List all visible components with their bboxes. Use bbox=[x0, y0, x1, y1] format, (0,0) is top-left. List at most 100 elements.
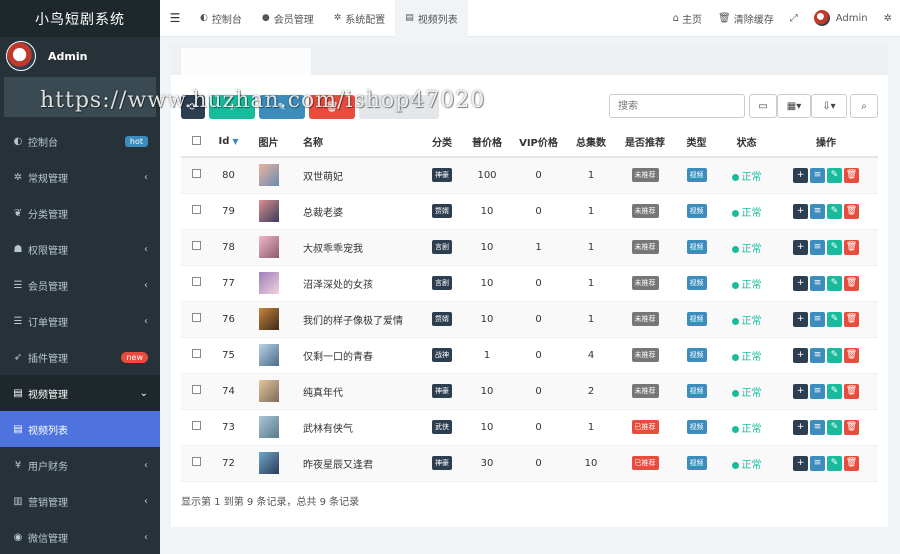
sidebar-item-finance[interactable]: ¥ 用户财务 ‹ bbox=[0, 447, 160, 483]
video-thumbnail[interactable] bbox=[258, 308, 279, 330]
sidebar-item-orders[interactable]: ☰ 订单管理 ‹ bbox=[0, 303, 160, 339]
row-checkbox[interactable] bbox=[181, 193, 211, 230]
column-header-id[interactable]: Id ▼ bbox=[211, 127, 246, 158]
sidebar-item-plugins[interactable]: ➶ 插件管理 new bbox=[0, 339, 160, 375]
delete-row-button[interactable]: 🗑 bbox=[844, 455, 859, 471]
delete-row-button[interactable]: 🗑 bbox=[844, 167, 859, 183]
table-row[interactable]: 79 总裁老婆 赘婿 10 0 1 未推荐 视频 正常 + ≡ ✎ 🗑 bbox=[181, 193, 878, 230]
row-checkbox[interactable] bbox=[181, 445, 211, 482]
edit-row-button[interactable]: ✎ bbox=[827, 203, 842, 219]
delete-row-button[interactable]: 🗑 bbox=[844, 311, 859, 327]
panel-tab[interactable] bbox=[181, 48, 311, 75]
add-episode-button[interactable]: + bbox=[793, 203, 808, 219]
delete-row-button[interactable]: 🗑 bbox=[844, 383, 859, 399]
table-row[interactable]: 80 双世萌妃 神豪 100 0 1 未推荐 视频 正常 + ≡ ✎ 🗑 bbox=[181, 157, 878, 194]
video-thumbnail[interactable] bbox=[258, 164, 279, 187]
video-thumbnail[interactable] bbox=[258, 344, 279, 366]
avatar[interactable] bbox=[6, 41, 36, 71]
fullscreen-icon[interactable]: ⤢ bbox=[782, 13, 806, 24]
episode-list-button[interactable]: ≡ bbox=[810, 419, 825, 435]
sidebar-item-dashboard[interactable]: ◐ 控制台 hot bbox=[0, 123, 160, 159]
table-row[interactable]: 76 我们的样子像极了爱情 赘婿 10 0 1 未推荐 视频 正常 + ≡ ✎ 🗑 bbox=[181, 301, 878, 338]
tab-settings[interactable]: ✲ 系统配置 bbox=[324, 0, 396, 37]
home-link[interactable]: ⌂ 主页 bbox=[665, 11, 710, 26]
sidebar-item-wechat[interactable]: ◉ 微信管理 ‹ bbox=[0, 519, 160, 554]
row-checkbox[interactable] bbox=[181, 157, 211, 194]
cell-image[interactable] bbox=[246, 445, 291, 482]
row-checkbox[interactable] bbox=[181, 409, 211, 446]
delete-row-button[interactable]: 🗑 bbox=[844, 275, 859, 291]
edit-row-button[interactable]: ✎ bbox=[827, 311, 842, 327]
columns-dropdown[interactable]: ▦▾ bbox=[777, 94, 811, 118]
sidebar-item-category[interactable]: ❦ 分类管理 bbox=[0, 195, 160, 231]
edit-row-button[interactable]: ✎ bbox=[827, 275, 842, 291]
table-row[interactable]: 72 昨夜星辰又逢君 神豪 30 0 10 已推荐 视频 正常 + ≡ ✎ 🗑 bbox=[181, 445, 878, 482]
video-thumbnail[interactable] bbox=[258, 380, 279, 402]
add-episode-button[interactable]: + bbox=[793, 347, 808, 363]
episode-list-button[interactable]: ≡ bbox=[810, 311, 825, 327]
delete-row-button[interactable]: 🗑 bbox=[844, 347, 859, 363]
edit-row-button[interactable]: ✎ bbox=[827, 239, 842, 255]
cell-image[interactable] bbox=[246, 229, 291, 266]
sidebar-item-auth[interactable]: ☗ 权限管理 ‹ bbox=[0, 231, 160, 267]
episode-list-button[interactable]: ≡ bbox=[810, 167, 825, 183]
table-row[interactable]: 75 仅剩一口的青春 战神 1 0 4 未推荐 视频 正常 + ≡ ✎ 🗑 bbox=[181, 337, 878, 374]
cell-image[interactable] bbox=[246, 409, 291, 446]
tab-dashboard[interactable]: ◐ 控制台 bbox=[190, 0, 252, 37]
cell-image[interactable] bbox=[246, 373, 291, 410]
delete-row-button[interactable]: 🗑 bbox=[844, 239, 859, 255]
cell-image[interactable] bbox=[246, 157, 291, 194]
settings-icon[interactable]: ✲ bbox=[876, 13, 900, 24]
video-thumbnail[interactable] bbox=[258, 236, 279, 258]
table-row[interactable]: 78 大叔乖乖宠我 言剧 10 1 1 未推荐 视频 正常 + ≡ ✎ 🗑 bbox=[181, 229, 878, 266]
edit-row-button[interactable]: ✎ bbox=[827, 347, 842, 363]
video-thumbnail[interactable] bbox=[258, 416, 279, 438]
admin-menu[interactable]: Admin bbox=[806, 10, 876, 26]
edit-row-button[interactable]: ✎ bbox=[827, 167, 842, 183]
cell-image[interactable] bbox=[246, 301, 291, 338]
episode-list-button[interactable]: ≡ bbox=[810, 347, 825, 363]
add-episode-button[interactable]: + bbox=[793, 455, 808, 471]
add-episode-button[interactable]: + bbox=[793, 311, 808, 327]
edit-row-button[interactable]: ✎ bbox=[827, 419, 842, 435]
episode-list-button[interactable]: ≡ bbox=[810, 239, 825, 255]
episode-list-button[interactable]: ≡ bbox=[810, 275, 825, 291]
search-input[interactable] bbox=[609, 94, 745, 118]
add-episode-button[interactable]: + bbox=[793, 167, 808, 183]
search-button[interactable]: ⌕ bbox=[850, 94, 878, 118]
select-all-checkbox[interactable] bbox=[181, 127, 211, 158]
video-thumbnail[interactable] bbox=[258, 272, 279, 294]
video-thumbnail[interactable] bbox=[258, 200, 279, 222]
delete-row-button[interactable]: 🗑 bbox=[844, 203, 859, 219]
sidebar-item-marketing[interactable]: ▥ 营销管理 ‹ bbox=[0, 483, 160, 519]
menu-toggle-icon[interactable]: ☰ bbox=[160, 11, 190, 25]
app-title[interactable]: 小鸟短剧系统 bbox=[0, 0, 160, 37]
episode-list-button[interactable]: ≡ bbox=[810, 455, 825, 471]
edit-row-button[interactable]: ✎ bbox=[827, 383, 842, 399]
clear-cache-link[interactable]: 🗑 清除缓存 bbox=[710, 11, 782, 26]
row-checkbox[interactable] bbox=[181, 229, 211, 266]
cell-image[interactable] bbox=[246, 265, 291, 302]
episode-list-button[interactable]: ≡ bbox=[810, 383, 825, 399]
toggle-view-button[interactable]: ▭ bbox=[749, 94, 777, 118]
table-row[interactable]: 77 沼泽深处的女孩 言剧 10 0 1 未推荐 视频 正常 + ≡ ✎ 🗑 bbox=[181, 265, 878, 302]
video-thumbnail[interactable] bbox=[258, 452, 279, 474]
sidebar-item-video[interactable]: ▤ 视频管理 ⌄ bbox=[0, 375, 160, 411]
sidebar-item-video-list[interactable]: ▤ 视频列表 bbox=[0, 411, 160, 447]
sidebar-item-general[interactable]: ✲ 常规管理 ‹ bbox=[0, 159, 160, 195]
row-checkbox[interactable] bbox=[181, 301, 211, 338]
add-episode-button[interactable]: + bbox=[793, 383, 808, 399]
export-dropdown[interactable]: ⇩▾ bbox=[811, 94, 847, 118]
add-episode-button[interactable]: + bbox=[793, 275, 808, 291]
row-checkbox[interactable] bbox=[181, 265, 211, 302]
tab-video-list[interactable]: ▤ 视频列表 bbox=[395, 0, 468, 37]
tab-members[interactable]: ● 会员管理 bbox=[252, 0, 324, 37]
sidebar-item-members[interactable]: ☰ 会员管理 ‹ bbox=[0, 267, 160, 303]
table-row[interactable]: 74 纯真年代 神豪 10 0 2 未推荐 视频 正常 + ≡ ✎ 🗑 bbox=[181, 373, 878, 410]
row-checkbox[interactable] bbox=[181, 373, 211, 410]
row-checkbox[interactable] bbox=[181, 337, 211, 374]
add-episode-button[interactable]: + bbox=[793, 239, 808, 255]
episode-list-button[interactable]: ≡ bbox=[810, 203, 825, 219]
add-episode-button[interactable]: + bbox=[793, 419, 808, 435]
cell-image[interactable] bbox=[246, 337, 291, 374]
